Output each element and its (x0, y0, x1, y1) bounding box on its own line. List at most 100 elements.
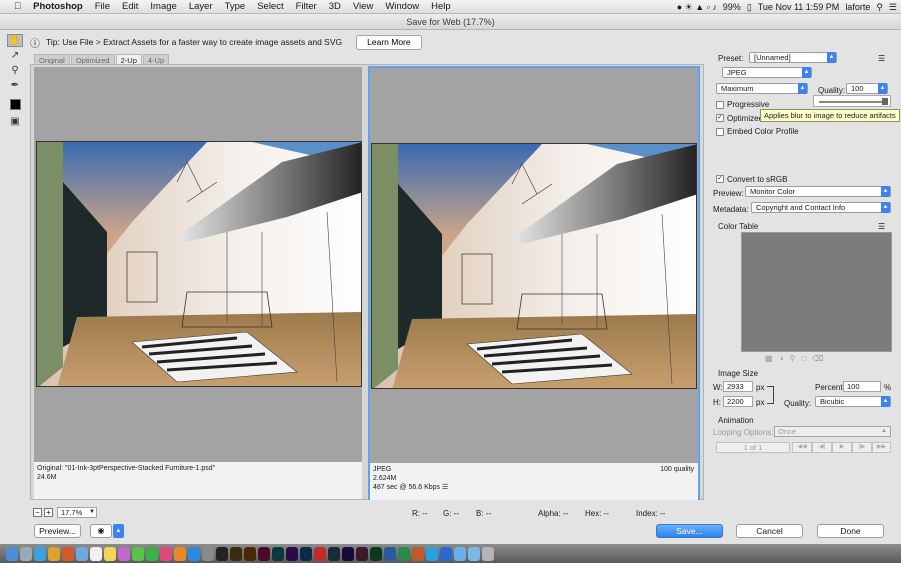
eyedropper-tool-icon[interactable]: ✒ (7, 79, 23, 92)
list-icon[interactable]: ☰ (889, 0, 897, 14)
user-name[interactable]: laforte (845, 0, 870, 14)
itunes-icon[interactable] (160, 546, 172, 561)
menu-layer[interactable]: Layer (183, 0, 219, 14)
status-icons[interactable]: ● ☀ ▲ ▫ ♪ (677, 0, 717, 14)
excel-icon[interactable] (398, 546, 410, 561)
lightroom-icon[interactable] (328, 546, 340, 561)
firefox-icon[interactable] (62, 546, 74, 561)
downloads-icon[interactable] (468, 546, 480, 561)
notes-icon[interactable] (104, 546, 116, 561)
optimized-checkbox[interactable]: ✓ (716, 114, 724, 122)
menu-help[interactable]: Help (425, 0, 457, 14)
optimize-menu-icon[interactable]: ☰ (878, 54, 885, 63)
battery-icon[interactable]: ▯ (747, 0, 752, 14)
percent-input[interactable]: 100 (843, 381, 881, 392)
height-input[interactable]: 2200 (723, 396, 753, 407)
apple-icon[interactable]:  (8, 0, 27, 14)
acrobat-icon[interactable] (314, 546, 326, 561)
new-color-icon[interactable]: □ (801, 354, 806, 363)
ibooks-icon[interactable] (174, 546, 186, 561)
preset-select[interactable]: [Unnamed] ▲ (749, 52, 837, 63)
toggle-slices-icon[interactable]: ▣ (7, 115, 23, 128)
preview-button[interactable]: Preview... (34, 524, 81, 538)
menu-window[interactable]: Window (379, 0, 425, 14)
zoom-tool-icon[interactable]: ⚲ (7, 64, 23, 77)
mail-icon[interactable] (76, 546, 88, 561)
chrome-icon[interactable] (48, 546, 60, 561)
lock-color-icon[interactable]: ⚲ (789, 354, 795, 363)
zoom-out-button[interactable]: − (33, 508, 42, 517)
launchpad-icon[interactable] (20, 546, 32, 561)
width-input[interactable]: 2933 (723, 381, 753, 392)
finder-icon[interactable] (6, 546, 18, 561)
cancel-button[interactable]: Cancel (736, 524, 803, 538)
web-snap-icon[interactable]: ◑ (779, 354, 784, 363)
first-frame-icon[interactable]: ◀◀ (792, 442, 812, 453)
original-preview-pane[interactable]: Original: "01-Ink-3ptPerspective-Stacked… (34, 67, 362, 499)
skype-icon[interactable] (426, 546, 438, 561)
premiere-icon[interactable] (286, 546, 298, 561)
preview-select[interactable]: Monitor Color ▲ (745, 186, 891, 197)
calendar-icon[interactable] (90, 546, 102, 561)
quality-slider-thumb[interactable] (882, 98, 888, 105)
hand-tool-icon[interactable]: ✋ (7, 34, 23, 47)
powerpoint-icon[interactable] (412, 546, 424, 561)
indesign-icon[interactable] (258, 546, 270, 561)
download-menu-icon[interactable]: ☰ (442, 484, 448, 491)
menu-type[interactable]: Type (219, 0, 252, 14)
eyedropper-color-swatch[interactable] (7, 98, 23, 111)
illustrator-icon[interactable] (244, 546, 256, 561)
done-button[interactable]: Done (817, 524, 884, 538)
quality-field[interactable]: 100 ▲ (846, 83, 888, 94)
trash-icon[interactable] (482, 546, 494, 561)
safari-icon[interactable] (34, 546, 46, 561)
quality-slider-popup[interactable] (813, 95, 891, 107)
color-table-menu-icon[interactable]: ☰ (878, 222, 885, 231)
menu-3d[interactable]: 3D (323, 0, 347, 14)
link-icon[interactable] (767, 386, 774, 404)
resample-quality-select[interactable]: Bicubic ▲ (815, 396, 891, 407)
bridge-icon[interactable] (230, 546, 242, 561)
learn-more-button[interactable]: Learn More (356, 34, 422, 50)
format-select[interactable]: JPEG ▲ (722, 67, 812, 78)
photoshop-dock-icon[interactable] (300, 546, 312, 561)
terminal-icon[interactable] (216, 546, 228, 561)
word-icon[interactable] (384, 546, 396, 561)
convert-srgb-checkbox[interactable]: ✓ (716, 175, 724, 183)
muse-icon[interactable] (356, 546, 368, 561)
clock[interactable]: Tue Nov 11 1:59 PM (758, 0, 840, 14)
compression-select[interactable]: Maximum ▲ (716, 83, 808, 94)
zoom-dropdown-icon[interactable]: ▼ (89, 508, 95, 517)
optimized-preview-pane[interactable]: JPEG 2.624M 487 sec @ 56.6 Kbps ☰ 100 qu… (368, 66, 700, 500)
zoom-level-field[interactable]: 17.7% ▼ (57, 507, 97, 518)
save-button[interactable]: Save... (656, 524, 723, 538)
map-to-transparent-icon[interactable]: ▩ (765, 354, 773, 363)
original-image[interactable] (36, 141, 362, 387)
spotlight-icon[interactable]: ⚲ (876, 0, 883, 14)
battery-percent[interactable]: 99% (723, 0, 741, 14)
app-store-icon[interactable] (188, 546, 200, 561)
metadata-select[interactable]: Copyright and Contact Info ▲ (751, 202, 891, 213)
looping-select[interactable]: Once ▲ (774, 426, 891, 437)
after-effects-icon[interactable] (342, 546, 354, 561)
audition-icon[interactable] (272, 546, 284, 561)
folder-icon[interactable] (454, 546, 466, 561)
prev-frame-icon[interactable]: ◀| (812, 442, 832, 453)
optimized-image[interactable] (371, 143, 697, 389)
delete-color-icon[interactable]: ⌫ (812, 354, 823, 363)
system-prefs-icon[interactable] (202, 546, 214, 561)
play-icon[interactable]: ▶ (832, 442, 852, 453)
browser-dropdown-icon[interactable]: ▲ (113, 524, 124, 538)
last-frame-icon[interactable]: ▶▶ (872, 442, 891, 453)
menu-app[interactable]: Photoshop (27, 0, 89, 14)
menu-filter[interactable]: Filter (290, 0, 323, 14)
zoom-in-button[interactable]: + (44, 508, 53, 517)
next-frame-icon[interactable]: |▶ (852, 442, 872, 453)
messages-icon[interactable] (132, 546, 144, 561)
photos-icon[interactable] (118, 546, 130, 561)
embed-profile-checkbox[interactable] (716, 128, 724, 136)
dreamweaver-icon[interactable] (370, 546, 382, 561)
menu-view[interactable]: View (347, 0, 379, 14)
progressive-checkbox[interactable] (716, 101, 724, 109)
facetime-icon[interactable] (146, 546, 158, 561)
